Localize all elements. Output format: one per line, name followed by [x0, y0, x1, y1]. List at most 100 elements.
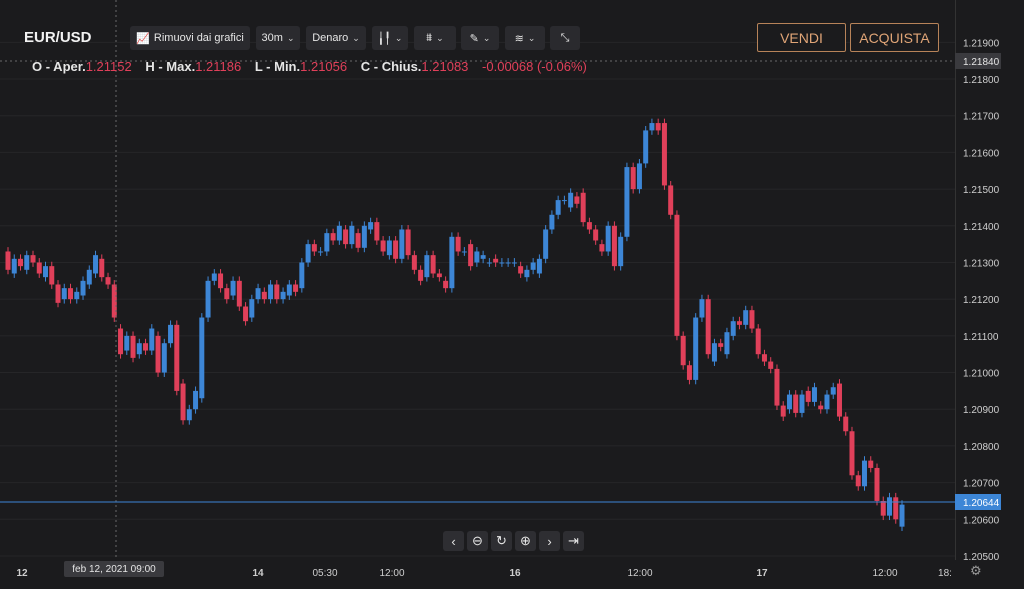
candle: [255, 283, 261, 304]
chevron-down-icon: ⌄: [352, 32, 360, 43]
price-type-select[interactable]: Denaro ⌄: [306, 26, 366, 50]
crosshair-date-label: feb 12, 2021 09:00: [64, 561, 164, 577]
candle: [418, 265, 424, 286]
candle: [480, 250, 486, 264]
candle: [830, 382, 836, 399]
candle: [386, 236, 392, 260]
candle: [5, 247, 11, 275]
chevron-left-icon[interactable]: ‹: [443, 531, 464, 551]
change-value: -0.00068 (-0.06%): [482, 59, 587, 74]
y-tick-label: 1.21700: [963, 112, 1000, 123]
candle: [605, 221, 611, 256]
candle: [149, 324, 155, 355]
candle: [811, 382, 817, 407]
y-tick-label: 1.21900: [963, 38, 1000, 49]
candle: [43, 261, 49, 282]
candle: [868, 456, 874, 473]
candle: [555, 195, 561, 220]
candle: [474, 247, 480, 267]
x-tick-label: 05:30: [312, 568, 337, 579]
candle: [899, 500, 905, 532]
candle: [586, 217, 592, 234]
close-value: 1.21083: [421, 59, 469, 74]
candle: [230, 276, 236, 300]
y-tick-label: 1.20500: [963, 552, 1000, 563]
zoom-out-icon[interactable]: ⊖: [467, 531, 488, 551]
candle: [218, 269, 224, 293]
settings-gear-icon[interactable]: ⚙: [970, 564, 982, 579]
candle: [655, 118, 661, 135]
x-tick-label: 18:: [938, 568, 952, 579]
candle: [680, 331, 686, 370]
candle: [86, 265, 92, 289]
chevron-down-icon: ⌄: [436, 32, 444, 43]
y-tick-label: 1.21200: [963, 295, 1000, 306]
candle: [805, 386, 811, 407]
interval-select[interactable]: 30m ⌄: [256, 26, 300, 50]
candle: [399, 225, 405, 264]
candle: [180, 379, 186, 425]
y-tick-label: 1.21800: [963, 75, 1000, 86]
price-chart[interactable]: 1.21900 1.21800 1.21700 1.21600 1.21500 1.214…: [0, 0, 1024, 589]
candle: [886, 492, 892, 521]
low-value: 1.21056: [300, 59, 348, 74]
drawing-tools-button[interactable]: ✎ ⌄: [461, 26, 499, 50]
candle: [774, 364, 780, 410]
candle: [724, 327, 730, 359]
x-tick-label: 17: [756, 568, 768, 579]
candle: [430, 250, 436, 278]
symbol-title: EUR/USD: [24, 29, 92, 46]
candle: [455, 232, 461, 256]
sell-button[interactable]: VENDI: [757, 23, 846, 52]
chevron-down-icon: ⌄: [482, 32, 491, 43]
reset-icon[interactable]: ↻: [491, 531, 512, 551]
candle: [730, 316, 736, 341]
pencil-icon: ✎: [469, 32, 479, 45]
remove-from-charts-label: Rimuovi dai grafici: [153, 32, 244, 44]
candle: [624, 162, 630, 242]
low-label: L - Min.: [254, 59, 301, 74]
candle: [118, 324, 124, 359]
candle: [718, 338, 724, 352]
buy-button[interactable]: ACQUISTA: [850, 23, 939, 52]
candle: [674, 210, 680, 341]
y-tick-label: 1.20800: [963, 442, 1000, 453]
zoom-in-icon[interactable]: ⊕: [515, 531, 536, 551]
candle: [568, 188, 574, 212]
collapse-button[interactable]: ⤡: [550, 26, 580, 50]
candle: [711, 338, 717, 366]
candle: [74, 287, 80, 304]
y-tick-label: 1.20700: [963, 479, 1000, 490]
layers-button[interactable]: ≋ ⌄: [505, 26, 545, 50]
indicator-icon: ⩩: [426, 31, 433, 44]
high-label: H - Max.: [145, 59, 196, 74]
candle: [855, 470, 861, 491]
last-price-label: 1.20644: [963, 498, 1000, 509]
jump-end-icon[interactable]: ⇥: [563, 531, 584, 551]
candle: [749, 305, 755, 333]
chevron-right-icon[interactable]: ›: [539, 531, 560, 551]
candle: [136, 338, 142, 359]
chart-type-button[interactable]: ╽╿ ⌄: [372, 26, 408, 50]
candlestick-icon: ╽╿: [377, 32, 391, 45]
y-tick-label: 1.20600: [963, 515, 1000, 526]
candle: [380, 236, 386, 256]
candle: [211, 269, 217, 286]
crosshair-price-label: 1.21840: [963, 57, 1000, 68]
candle: [861, 456, 867, 491]
candle: [280, 287, 286, 304]
chevron-down-icon: ⌄: [394, 32, 403, 43]
candle: [818, 401, 824, 414]
candle: [318, 247, 324, 256]
candle: [524, 265, 530, 282]
candle: [755, 324, 761, 359]
candle: [143, 338, 149, 355]
candle: [705, 294, 711, 359]
candle: [543, 225, 549, 264]
candle: [630, 162, 636, 194]
chevron-down-icon: ⌄: [527, 32, 536, 43]
indicators-button[interactable]: ⩩ ⌄: [414, 26, 456, 50]
remove-from-charts-button[interactable]: 📈 Rimuovi dai grafici: [130, 26, 250, 50]
candle: [843, 412, 849, 436]
candle: [468, 239, 474, 271]
